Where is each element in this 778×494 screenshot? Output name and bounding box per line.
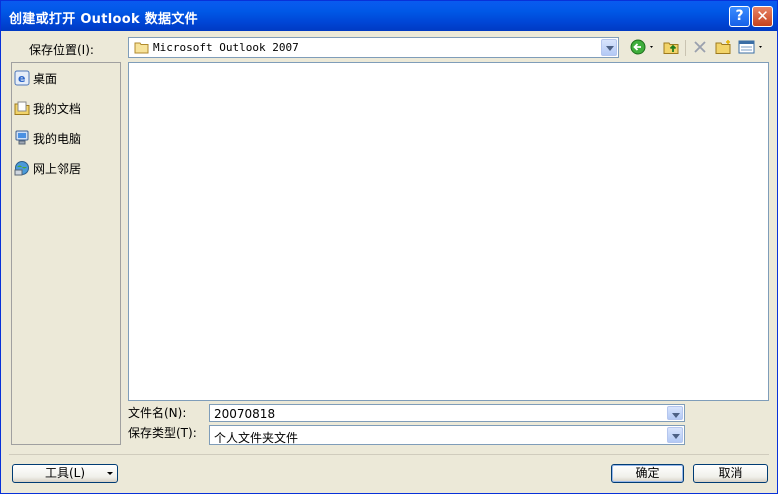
- filetype-value: 个人文件夹文件: [214, 431, 299, 445]
- cancel-button[interactable]: 取消: [693, 464, 768, 483]
- views-icon: [738, 39, 766, 58]
- places-label: 网上邻居: [33, 161, 82, 176]
- places-bar: e 桌面 我的文档 我的电脑 网上邻居: [11, 62, 121, 445]
- places-label: 我的文档: [33, 101, 82, 116]
- my-documents-icon: [14, 100, 30, 116]
- dialog-window: 创建或打开 Outlook 数据文件 ? ✕ 保存位置(I): Microsof…: [0, 0, 778, 494]
- places-item-my-documents[interactable]: 我的文档: [14, 97, 81, 119]
- places-label: 我的电脑: [33, 131, 82, 146]
- chevron-down-icon[interactable]: [667, 427, 683, 443]
- places-item-desktop[interactable]: e 桌面: [14, 67, 57, 89]
- save-in-label: 保存位置(I):: [29, 43, 94, 57]
- filename-label: 文件名(N):: [128, 406, 187, 420]
- up-folder-button[interactable]: [661, 38, 681, 58]
- tools-label: 工具(L): [44, 466, 86, 480]
- new-folder-icon: [715, 39, 732, 58]
- close-button[interactable]: ✕: [752, 6, 773, 27]
- network-places-icon: [14, 160, 30, 176]
- back-button[interactable]: [629, 38, 659, 58]
- file-list[interactable]: [128, 62, 769, 401]
- back-icon: [630, 39, 658, 58]
- delete-button[interactable]: [690, 38, 710, 58]
- views-button[interactable]: [737, 38, 767, 58]
- chevron-down-icon[interactable]: [601, 39, 617, 56]
- places-item-my-computer[interactable]: 我的电脑: [14, 127, 81, 149]
- tools-button[interactable]: 工具(L): [12, 464, 118, 483]
- up-folder-icon: [663, 39, 680, 58]
- new-folder-button[interactable]: [713, 38, 733, 58]
- window-title: 创建或打开 Outlook 数据文件: [9, 12, 198, 27]
- chevron-down-icon: [107, 472, 113, 475]
- svg-text:e: e: [18, 72, 25, 85]
- folder-icon: [134, 41, 149, 57]
- bottom-divider: [9, 454, 769, 455]
- filetype-label: 保存类型(T):: [128, 426, 197, 440]
- my-computer-icon: [14, 130, 30, 146]
- ok-button[interactable]: 确定: [611, 464, 684, 483]
- filename-value: 20070818: [214, 407, 276, 421]
- filename-input[interactable]: 20070818: [209, 404, 685, 422]
- save-in-value: Microsoft Outlook 2007: [153, 41, 299, 54]
- places-item-network-places[interactable]: 网上邻居: [14, 157, 81, 179]
- filetype-dropdown[interactable]: 个人文件夹文件: [209, 425, 685, 445]
- delete-icon: [693, 40, 707, 57]
- desktop-icon: e: [14, 70, 30, 86]
- toolbar-separator: [685, 40, 686, 56]
- save-in-dropdown[interactable]: Microsoft Outlook 2007: [128, 37, 619, 58]
- chevron-down-icon[interactable]: [667, 406, 683, 420]
- title-bar[interactable]: 创建或打开 Outlook 数据文件 ? ✕: [1, 1, 777, 31]
- places-label: 桌面: [33, 71, 58, 86]
- help-button[interactable]: ?: [729, 6, 750, 27]
